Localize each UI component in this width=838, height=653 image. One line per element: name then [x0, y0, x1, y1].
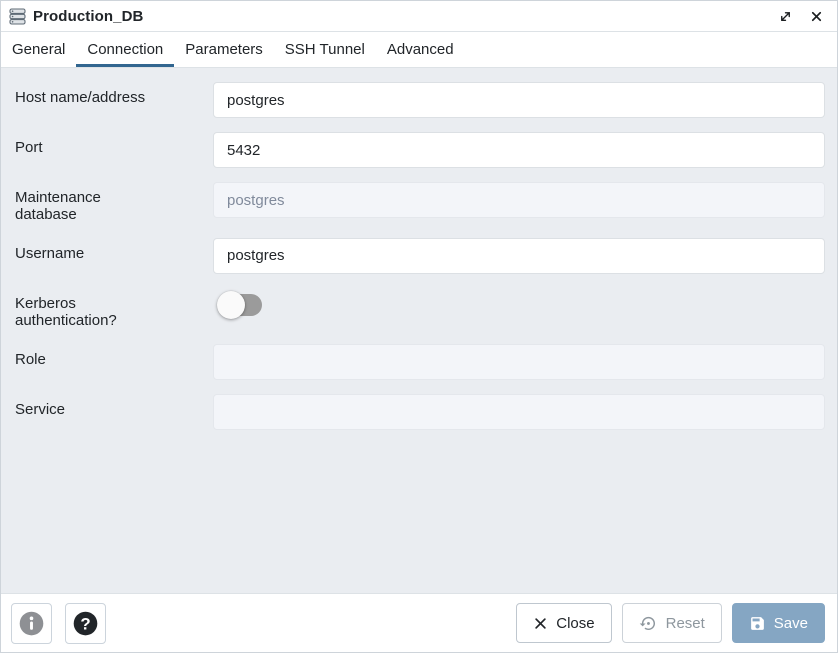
- role-label: Role: [15, 344, 213, 369]
- maintenance-db-label: Maintenance database: [15, 182, 213, 224]
- host-input[interactable]: [213, 82, 825, 118]
- server-properties-dialog: Production_DB General Connection Paramet…: [0, 0, 838, 653]
- close-icon[interactable]: [805, 5, 827, 27]
- service-label: Service: [15, 394, 213, 419]
- info-icon: [18, 610, 45, 637]
- role-input: [213, 344, 825, 380]
- tab-connection[interactable]: Connection: [76, 32, 174, 67]
- close-x-icon: [533, 616, 548, 631]
- username-label: Username: [15, 238, 213, 263]
- save-button[interactable]: Save: [732, 603, 825, 643]
- host-label: Host name/address: [15, 82, 213, 107]
- tab-advanced[interactable]: Advanced: [376, 32, 465, 67]
- save-icon: [749, 615, 766, 632]
- footer-bar: ? Close Reset Save: [1, 593, 837, 652]
- dialog-title: Production_DB: [33, 8, 143, 25]
- form-row-maintenance-db: Maintenance database: [15, 182, 825, 224]
- tab-general[interactable]: General: [1, 32, 76, 67]
- tab-ssh-tunnel[interactable]: SSH Tunnel: [274, 32, 376, 67]
- service-input: [213, 394, 825, 430]
- form-row-port: Port: [15, 132, 825, 168]
- sql-info-button[interactable]: [11, 603, 52, 644]
- svg-text:?: ?: [80, 614, 90, 633]
- tab-bar: General Connection Parameters SSH Tunnel…: [1, 32, 837, 68]
- server-icon: [9, 8, 26, 25]
- username-input[interactable]: [213, 238, 825, 274]
- toggle-knob: [217, 291, 245, 319]
- port-label: Port: [15, 132, 213, 157]
- maintenance-db-input: [213, 182, 825, 218]
- form-row-service: Service: [15, 394, 825, 430]
- form-row-role: Role: [15, 344, 825, 380]
- help-icon: ?: [72, 610, 99, 637]
- reset-icon: [639, 614, 658, 633]
- close-button[interactable]: Close: [516, 603, 611, 643]
- title-bar: Production_DB: [1, 1, 837, 32]
- kerberos-label: Kerberos authentication?: [15, 288, 213, 330]
- port-input[interactable]: [213, 132, 825, 168]
- connection-form: Host name/address Port Maintenance datab…: [1, 68, 837, 593]
- form-row-host: Host name/address: [15, 82, 825, 118]
- tab-parameters[interactable]: Parameters: [174, 32, 274, 67]
- form-row-username: Username: [15, 238, 825, 274]
- form-row-kerberos: Kerberos authentication?: [15, 288, 825, 330]
- maximize-icon[interactable]: [774, 5, 796, 27]
- reset-button[interactable]: Reset: [622, 603, 722, 643]
- help-button[interactable]: ?: [65, 603, 106, 644]
- kerberos-toggle[interactable]: [218, 293, 262, 317]
